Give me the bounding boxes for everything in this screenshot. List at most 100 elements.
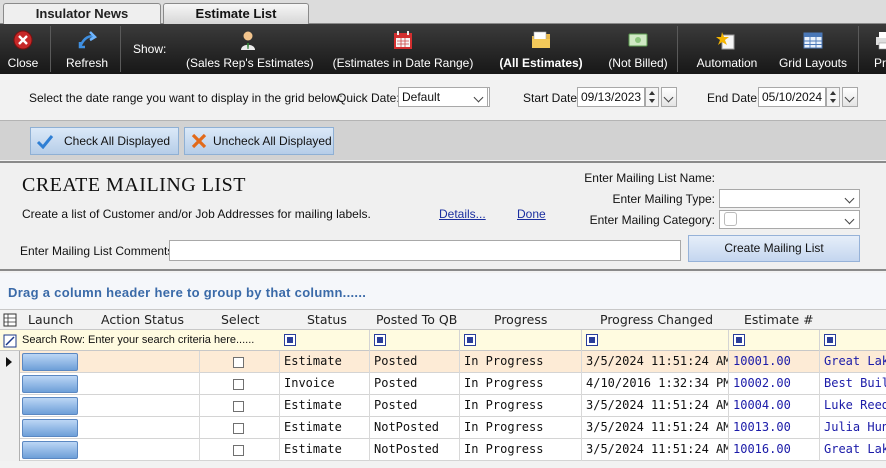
column-header-status[interactable]: Status (307, 310, 347, 330)
filter-icon[interactable] (733, 334, 745, 346)
filter-icon[interactable] (284, 334, 296, 346)
refresh-button[interactable]: Refresh (60, 24, 114, 74)
table-row[interactable]: Invoice Posted In Progress 4/10/2016 1:3… (0, 373, 886, 395)
not-billed-button[interactable]: (Not Billed) (602, 24, 674, 74)
launch-button[interactable] (22, 397, 78, 415)
column-header-progress-changed[interactable]: Progress Changed (600, 310, 713, 330)
filter-icon[interactable] (374, 334, 386, 346)
status-filter[interactable] (280, 330, 370, 351)
close-icon (13, 30, 33, 50)
progress-changed-filter[interactable] (582, 330, 729, 351)
search-row: Search Row: Enter your search criteria h… (0, 330, 886, 351)
progress-cell: In Progress (460, 417, 582, 439)
estimate-number-cell: 10004.00 (729, 395, 820, 417)
customer-cell: Great Lake (824, 354, 886, 368)
progress-cell: In Progress (460, 351, 582, 373)
row-indicator-icon[interactable] (0, 417, 20, 439)
uncheck-all-button[interactable]: Uncheck All Displayed (184, 127, 334, 155)
select-checkbox[interactable] (233, 379, 244, 390)
date-range-estimates-button[interactable]: (Estimates in Date Range) (332, 24, 474, 74)
close-button[interactable]: Close (2, 24, 44, 74)
details-link[interactable]: Details... (439, 207, 486, 221)
customer-cell: Julia Hunte (824, 420, 886, 434)
tab-bar: Insulator News Estimate List (0, 0, 886, 24)
launch-button[interactable] (22, 375, 78, 393)
money-icon (628, 33, 648, 47)
posted-filter[interactable] (370, 330, 460, 351)
table-row[interactable]: Estimate Posted In Progress 3/5/2024 11:… (0, 351, 886, 373)
create-mailing-list-button[interactable]: Create Mailing List (688, 235, 860, 262)
status-cell: Estimate (280, 439, 370, 461)
mailing-type-dropdown-icon[interactable] (843, 189, 859, 208)
customer-filter[interactable] (820, 330, 886, 351)
end-date-input[interactable]: 05/10/2024 (758, 87, 826, 107)
launch-button[interactable] (22, 441, 78, 459)
automation-icon (716, 32, 735, 50)
column-header-launch[interactable]: Launch (28, 310, 73, 330)
estimate-number-cell: 10002.00 (729, 373, 820, 395)
select-checkbox[interactable] (233, 445, 244, 456)
print-button[interactable]: Pr (864, 24, 886, 74)
table-row[interactable]: Estimate NotPosted In Progress 3/5/2024 … (0, 417, 886, 439)
close-label: Close (7, 56, 39, 70)
mailing-type-select[interactable] (719, 189, 860, 208)
end-date-label: End Date: (707, 91, 761, 105)
row-indicator-icon[interactable] (0, 439, 20, 461)
row-indicator-icon[interactable] (0, 395, 20, 417)
launch-button[interactable] (22, 419, 78, 437)
progress-changed-cell: 3/5/2024 11:51:24 AM (582, 439, 729, 461)
grid-layouts-button[interactable]: Grid Layouts (774, 24, 852, 74)
mailing-comments-input[interactable] (169, 240, 681, 261)
calendar-icon (394, 31, 412, 49)
launch-button[interactable] (22, 353, 78, 371)
spin-up-icon[interactable] (830, 91, 836, 95)
end-date-calendar-dropdown-icon[interactable] (842, 87, 858, 107)
done-link[interactable]: Done (517, 207, 546, 221)
all-estimates-button[interactable]: (All Estimates) (498, 24, 584, 74)
column-chooser-icon[interactable] (3, 313, 17, 327)
sales-rep-estimates-button[interactable]: (Sales Rep's Estimates) (186, 24, 314, 74)
filter-icon[interactable] (586, 334, 598, 346)
tab-insulator-news[interactable]: Insulator News (3, 3, 161, 24)
mailing-category-checkbox[interactable] (724, 212, 737, 226)
column-header-select[interactable]: Select (221, 310, 260, 330)
end-date-value: 05/10/2024 (762, 90, 823, 104)
tab-estimate-list[interactable]: Estimate List (163, 3, 309, 24)
column-header-posted-to-qb[interactable]: Posted To QB (376, 310, 457, 330)
mailing-category-dropdown-icon[interactable] (843, 210, 859, 229)
search-row-hint[interactable]: Search Row: Enter your search criteria h… (22, 334, 254, 346)
filter-icon[interactable] (464, 334, 476, 346)
progress-filter[interactable] (460, 330, 582, 351)
check-all-button[interactable]: Check All Displayed (30, 127, 179, 155)
estimate-number-filter[interactable] (729, 330, 820, 351)
start-date-spinner[interactable] (645, 87, 659, 107)
spin-up-icon[interactable] (649, 91, 655, 95)
select-checkbox[interactable] (233, 423, 244, 434)
sales-rep-label: (Sales Rep's Estimates) (186, 56, 314, 70)
spin-down-icon[interactable] (830, 99, 836, 103)
table-row[interactable]: Estimate NotPosted In Progress 3/5/2024 … (0, 439, 886, 461)
automation-button[interactable]: Automation (688, 24, 766, 74)
spin-down-icon[interactable] (649, 99, 655, 103)
select-checkbox[interactable] (233, 357, 244, 368)
action-status-cell (80, 351, 200, 373)
progress-cell: In Progress (460, 395, 582, 417)
start-date-calendar-dropdown-icon[interactable] (661, 87, 677, 107)
filter-icon[interactable] (824, 334, 836, 346)
row-indicator-icon[interactable] (0, 373, 20, 395)
quick-date-dropdown-icon[interactable] (472, 87, 488, 107)
print-label: Pr (874, 56, 886, 70)
row-indicator-icon[interactable] (0, 351, 20, 373)
mailing-category-select[interactable] (719, 210, 860, 229)
mailing-name-label: Enter Mailing List Name: (584, 171, 715, 185)
progress-changed-cell: 3/5/2024 11:51:24 AM (582, 417, 729, 439)
group-by-area[interactable]: Drag a column header here to group by th… (0, 273, 886, 309)
select-checkbox[interactable] (233, 401, 244, 412)
column-header-action-status[interactable]: Action Status (101, 310, 184, 330)
status-cell: Estimate (280, 351, 370, 373)
table-row[interactable]: Estimate Posted In Progress 3/5/2024 11:… (0, 395, 886, 417)
start-date-input[interactable]: 09/13/2023 (577, 87, 645, 107)
column-header-estimate-number[interactable]: Estimate # (744, 310, 814, 330)
column-header-progress[interactable]: Progress (494, 310, 547, 330)
end-date-spinner[interactable] (826, 87, 840, 107)
